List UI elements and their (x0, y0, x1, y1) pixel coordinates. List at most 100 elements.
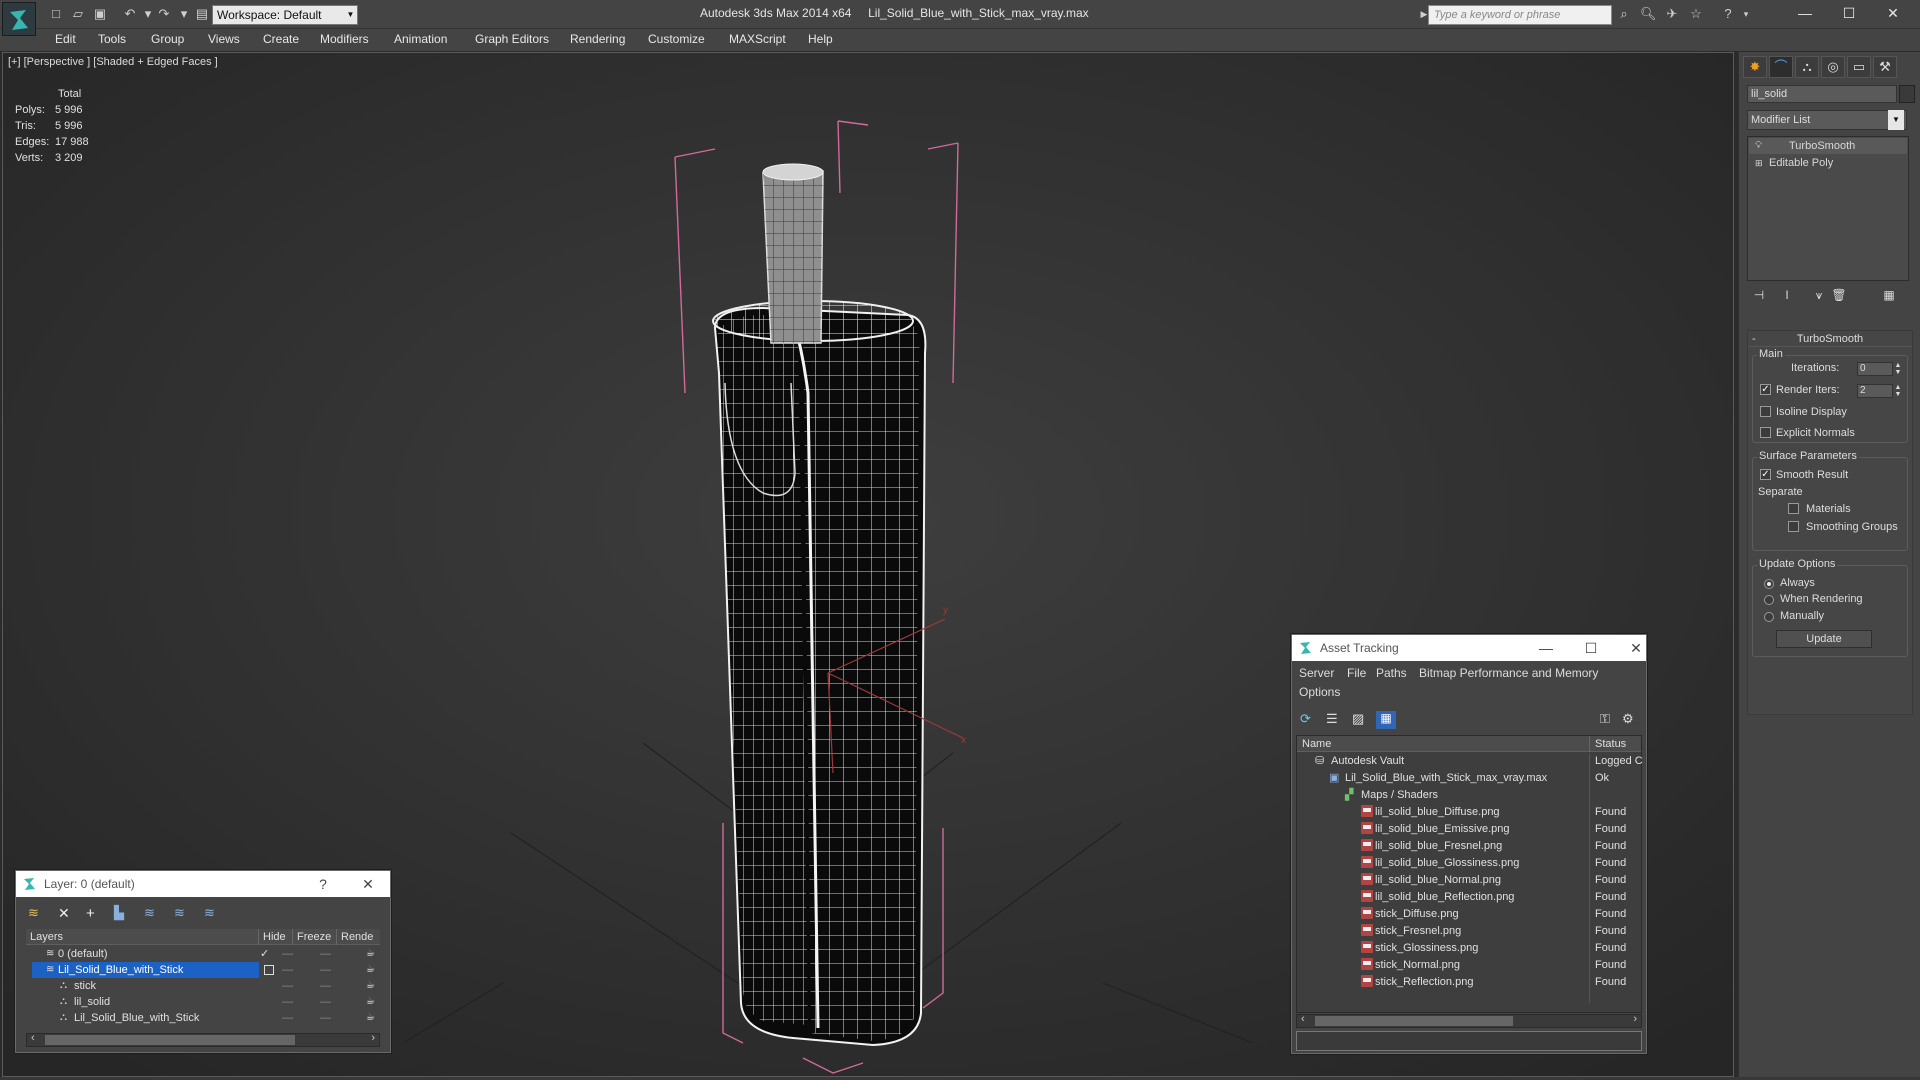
search-input[interactable]: Type a keyword or phrase (1428, 5, 1612, 25)
workspace-dropdown[interactable]: Workspace: Default (212, 5, 358, 25)
layer-row-selected[interactable]: ≋ Lil_Solid_Blue_with_Stick — — ☕︎ (26, 962, 380, 978)
stack-item-turbosmooth[interactable]: 💡︎ TurboSmooth (1749, 138, 1907, 154)
scroll-left-icon[interactable]: ‹ (31, 1032, 35, 1044)
menu-group[interactable]: Group (151, 32, 184, 46)
col-layers[interactable]: Layers (30, 929, 63, 945)
redo-icon[interactable]: ↷ (156, 6, 172, 22)
freeze-toggle[interactable]: — (320, 1010, 331, 1026)
render-teapot-icon[interactable]: ☕︎ (366, 994, 375, 1010)
layer-row[interactable]: ⛬ stick — — ☕︎ (26, 978, 380, 994)
new-layer-icon[interactable]: ≋ (28, 905, 39, 921)
freeze-toggle[interactable]: — (320, 946, 331, 962)
select-objects-icon[interactable]: ▙ (114, 905, 124, 921)
col-render[interactable]: Rende (336, 929, 373, 945)
hierarchy-tab-icon[interactable]: ⛬ (1795, 56, 1819, 78)
menu-rendering[interactable]: Rendering (570, 32, 625, 46)
add-selection-icon[interactable]: + (86, 905, 95, 922)
manually-radio[interactable] (1764, 612, 1774, 622)
save-icon[interactable]: ▣ (92, 6, 108, 22)
explicit-normals-checkbox[interactable] (1760, 427, 1771, 438)
hide-layers-icon[interactable]: ≋ (174, 905, 185, 921)
show-end-result-icon[interactable]: I (1777, 288, 1797, 306)
vault-help-icon[interactable]: ⚿ (1600, 711, 1610, 727)
col-hide[interactable]: Hide (258, 929, 286, 945)
hide-toggle[interactable]: — (282, 962, 293, 978)
when-rendering-radio[interactable] (1764, 595, 1774, 605)
help-icon[interactable]: ? (1720, 6, 1736, 22)
make-unique-icon[interactable]: ⩛ (1809, 288, 1829, 306)
layer-row[interactable]: ≋ 0 (default) ✓ — — ☕︎ (26, 946, 380, 962)
modifier-list-dropdown[interactable]: Modifier List (1747, 110, 1907, 130)
delete-layer-icon[interactable]: ✕ (58, 905, 70, 922)
render-iters-checkbox[interactable]: ✓ (1760, 384, 1771, 395)
close-icon[interactable]: ✕ (356, 874, 380, 894)
favorites-star-icon[interactable]: ☆ (1688, 6, 1704, 22)
chevron-down-icon[interactable]: ▼ (343, 5, 358, 25)
scroll-thumb[interactable] (1315, 1016, 1513, 1026)
menu-options[interactable]: Options (1299, 685, 1340, 699)
viewport-label[interactable]: [+] [Perspective ] [Shaded + Edged Faces… (8, 56, 218, 68)
render-teapot-icon[interactable]: ☕︎ (366, 946, 375, 962)
iterations-spinner[interactable]: 0 (1857, 362, 1893, 376)
help-dropdown-icon[interactable]: ▾ (1738, 6, 1754, 22)
refresh-icon[interactable]: ⟳ (1300, 711, 1311, 727)
expand-plus-icon[interactable]: ⊞ (1755, 155, 1763, 171)
minimize-icon[interactable]: — (1534, 638, 1558, 658)
update-button[interactable]: Update (1776, 630, 1872, 648)
scroll-left-icon[interactable]: ‹ (1301, 1013, 1305, 1025)
menu-bitmap-performance[interactable]: Bitmap Performance and Memory (1419, 666, 1598, 680)
list-view-icon[interactable]: ☰ (1326, 711, 1338, 727)
menu-views[interactable]: Views (208, 32, 240, 46)
menu-paths[interactable]: Paths (1376, 666, 1407, 680)
maximize-icon[interactable]: ☐ (1834, 3, 1864, 23)
render-teapot-icon[interactable]: ☕︎ (366, 962, 375, 978)
app-logo-icon[interactable] (2, 2, 36, 36)
spinner-arrows-icon[interactable]: ▲ ▼ (1894, 362, 1902, 376)
redo-dropdown-icon[interactable]: ▾ (176, 6, 192, 22)
create-tab-icon[interactable]: ✸ (1743, 56, 1767, 78)
freeze-layers-icon[interactable]: ≋ (204, 905, 215, 921)
menu-animation[interactable]: Animation (394, 32, 447, 46)
hide-toggle[interactable]: — (282, 946, 293, 962)
layer-window-titlebar[interactable]: Layer: 0 (default) ? ✕ (16, 871, 390, 897)
menu-server[interactable]: Server (1299, 666, 1334, 680)
hide-toggle[interactable]: — (282, 994, 293, 1010)
new-file-icon[interactable]: □ (48, 6, 64, 22)
col-status[interactable]: Status (1589, 736, 1626, 752)
rollout-header[interactable]: - TurboSmooth (1748, 331, 1912, 347)
motion-tab-icon[interactable]: ◎ (1821, 56, 1845, 78)
asset-path-field[interactable] (1296, 1031, 1642, 1051)
freeze-toggle[interactable]: — (320, 962, 331, 978)
hide-toggle[interactable]: — (282, 978, 293, 994)
layer-horizontal-scrollbar[interactable]: ‹ › (26, 1032, 380, 1047)
close-icon[interactable]: ✕ (1624, 638, 1648, 658)
help-icon[interactable]: ? (311, 874, 335, 894)
chevron-down-icon[interactable]: ▼ (1888, 110, 1904, 130)
isoline-display-checkbox[interactable] (1760, 406, 1771, 417)
render-teapot-icon[interactable]: ☕︎ (366, 1010, 375, 1026)
menu-file[interactable]: File (1347, 666, 1366, 680)
set-current-box[interactable] (264, 965, 274, 975)
layer-row[interactable]: ⛬ Lil_Solid_Blue_with_Stick — — ☕︎ (26, 1010, 380, 1026)
pin-stack-icon[interactable]: ⊣ (1749, 288, 1769, 306)
always-radio[interactable] (1764, 579, 1774, 589)
table-view-icon[interactable]: ▦ (1376, 711, 1396, 729)
configure-modifier-sets-icon[interactable]: ▦ (1879, 288, 1899, 306)
undo-dropdown-icon[interactable]: ▾ (140, 6, 156, 22)
menu-edit[interactable]: Edit (55, 32, 76, 46)
maximize-icon[interactable]: ☐ (1579, 638, 1603, 658)
smoothing-groups-checkbox[interactable] (1788, 521, 1799, 532)
object-color-swatch[interactable] (1899, 85, 1915, 103)
thumbnail-view-icon[interactable]: ▨ (1352, 711, 1364, 727)
materials-checkbox[interactable] (1788, 503, 1799, 514)
hide-toggle[interactable]: — (282, 1010, 293, 1026)
utilities-tab-icon[interactable]: ⚒ (1873, 56, 1897, 78)
undo-icon[interactable]: ↶ (122, 6, 138, 22)
menu-customize[interactable]: Customize (648, 32, 705, 46)
freeze-toggle[interactable]: — (320, 978, 331, 994)
close-icon[interactable]: ✕ (1878, 3, 1908, 23)
collapse-icon[interactable]: - (1752, 331, 1756, 347)
menu-help[interactable]: Help (808, 32, 833, 46)
render-iters-spinner[interactable]: 2 (1857, 384, 1893, 398)
asset-window-titlebar[interactable]: Asset Tracking — ☐ ✕ (1292, 635, 1646, 661)
